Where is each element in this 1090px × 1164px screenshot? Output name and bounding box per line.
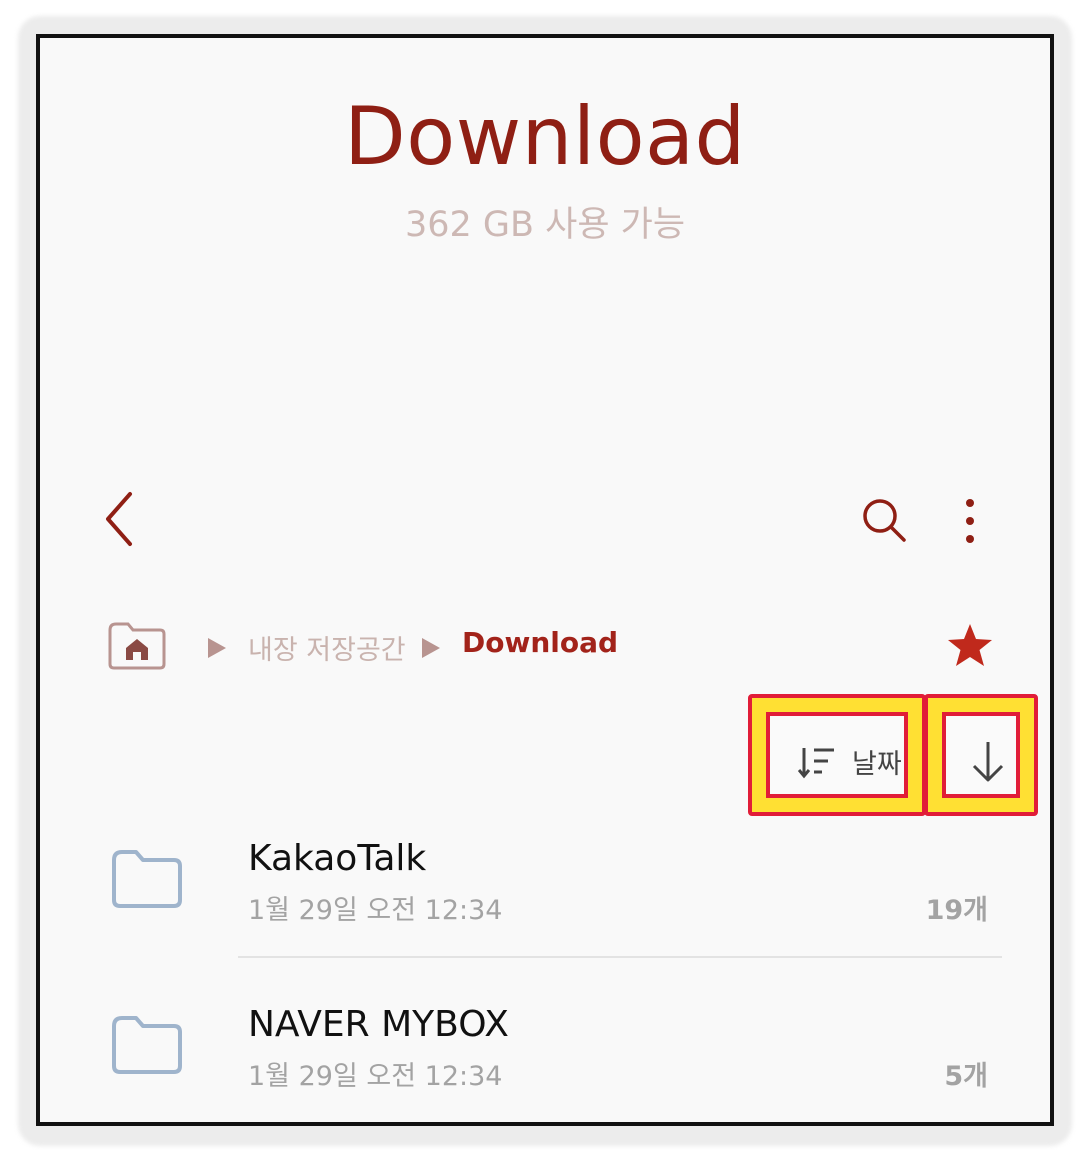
breadcrumb-item-download[interactable]: Download: [462, 626, 618, 659]
file-manager-screen: Download 362 GB 사용 가능 내장 저장공간 Download 날…: [36, 34, 1054, 1126]
arrow-down-icon: [972, 742, 1004, 782]
list-item[interactable]: NAVER MYBOX 1월 29일 오전 12:34 5개: [40, 984, 1050, 1122]
search-icon[interactable]: [860, 496, 908, 544]
sort-icon: [798, 748, 834, 779]
sort-by-button-highlight: 날짜: [748, 694, 926, 816]
file-date: 1월 29일 오전 12:34: [248, 895, 503, 926]
list-item[interactable]: KakaoTalk 1월 29일 오전 12:34 19개: [40, 818, 1050, 968]
folder-icon: [112, 850, 182, 908]
star-icon[interactable]: [946, 622, 994, 670]
more-vertical-icon[interactable]: [952, 496, 988, 546]
storage-available: 362 GB 사용 가능: [404, 205, 686, 245]
breadcrumb-separator-icon: [422, 638, 440, 658]
item-count: 19개: [925, 895, 988, 926]
sort-by-button[interactable]: 날짜: [766, 712, 908, 798]
breadcrumb: 내장 저장공간 Download: [106, 618, 1006, 678]
folder-icon: [112, 1016, 182, 1074]
divider: [238, 956, 1002, 958]
file-date: 1월 29일 오전 12:34: [248, 1061, 503, 1092]
sort-label: 날짜: [852, 749, 902, 780]
breadcrumb-item-internal-storage[interactable]: 내장 저장공간: [248, 628, 406, 667]
sort-direction-button[interactable]: [942, 712, 1020, 798]
item-count: 5개: [944, 1061, 988, 1092]
page-title: Download: [344, 90, 746, 183]
file-name: KakaoTalk: [248, 838, 427, 879]
sort-direction-button-highlight: [924, 694, 1038, 816]
breadcrumb-separator-icon: [208, 638, 226, 658]
chevron-left-icon[interactable]: [100, 490, 140, 548]
home-icon[interactable]: [106, 620, 168, 672]
file-name: NAVER MYBOX: [248, 1004, 509, 1045]
